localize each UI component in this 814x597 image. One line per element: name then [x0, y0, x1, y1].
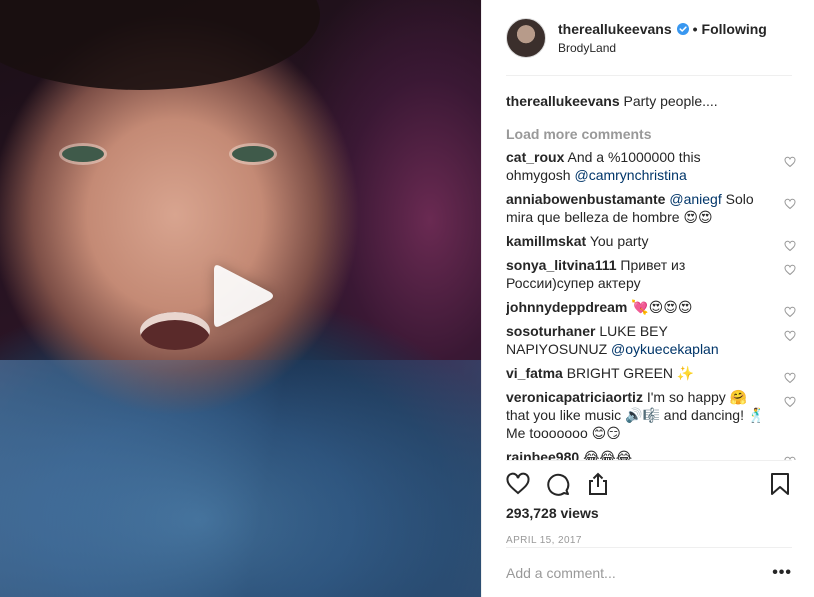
comment-text: 😂😂😂 — [583, 449, 633, 460]
add-comment-input[interactable] — [506, 564, 746, 581]
post-date[interactable]: APRIL 15, 2017 — [506, 535, 792, 546]
video-frame-detail — [0, 0, 320, 90]
comment-username[interactable]: sonya_litvina111 — [506, 257, 617, 273]
play-icon — [214, 265, 273, 327]
comment-item: cat_roux And a %1000000 this ohmygosh @c… — [506, 148, 796, 184]
header-line: thereallukeevans • Following — [558, 21, 767, 37]
comment-mention[interactable]: @aniegf — [669, 191, 721, 207]
comment-item: johnnydeppdream 💘😍😍😍 — [506, 298, 796, 318]
comment-item: sosoturhaner LUKE BEY NAPIYOSUNUZ @oykue… — [506, 322, 796, 358]
comment-username[interactable]: cat_roux — [506, 149, 564, 165]
comment-text: BRIGHT GREEN ✨ — [566, 365, 695, 381]
comment-item: vi_fatma BRIGHT GREEN ✨ — [506, 364, 796, 384]
like-comment-heart-icon[interactable] — [784, 240, 796, 252]
comment-text: 💘😍😍😍 — [631, 299, 693, 315]
comment-username[interactable]: vi_fatma — [506, 365, 563, 381]
more-options-button[interactable]: ••• — [772, 564, 792, 582]
comment-item: anniabowenbustamante @aniegf Solo mira q… — [506, 190, 796, 226]
play-button[interactable] — [212, 262, 274, 330]
like-comment-heart-icon[interactable] — [784, 372, 796, 384]
post-side-panel: thereallukeevans • Following BrodyLand t… — [481, 0, 814, 597]
comment-text: You party — [589, 233, 649, 249]
post-header: thereallukeevans • Following BrodyLand — [506, 0, 792, 76]
header-separator: • — [692, 20, 698, 37]
video-frame-detail — [140, 312, 210, 350]
like-comment-heart-icon[interactable] — [784, 330, 796, 342]
location-link[interactable]: BrodyLand — [558, 41, 767, 55]
avatar[interactable] — [506, 17, 546, 58]
action-icons — [506, 465, 792, 503]
like-comment-heart-icon[interactable] — [784, 306, 796, 318]
view-count[interactable]: 293,728 views — [506, 505, 792, 521]
add-comment-bar: ••• — [506, 547, 792, 597]
comment-username[interactable]: rainbee980 — [506, 449, 579, 460]
bookmark-icon[interactable] — [768, 472, 792, 496]
following-button[interactable]: Following — [702, 21, 767, 37]
caption-username[interactable]: thereallukeevans — [506, 93, 620, 109]
comment-username[interactable]: kamillmskat — [506, 233, 586, 249]
video-frame-detail — [0, 360, 481, 597]
verified-badge-icon — [676, 22, 689, 35]
load-more-comments-button[interactable]: Load more comments — [506, 126, 796, 142]
like-comment-heart-icon[interactable] — [784, 396, 796, 408]
comment-mention[interactable]: @oykuecekaplan — [611, 341, 719, 357]
like-comment-heart-icon[interactable] — [784, 198, 796, 210]
comment-username[interactable]: veronicapatriciaortiz — [506, 389, 643, 405]
comment-mention[interactable]: @camrynchristina — [574, 167, 686, 183]
like-comment-heart-icon[interactable] — [784, 156, 796, 168]
comments-list[interactable]: thereallukeevans Party people.... Load m… — [506, 88, 796, 460]
header-text: thereallukeevans • Following BrodyLand — [558, 21, 767, 55]
instagram-post: thereallukeevans • Following BrodyLand t… — [0, 0, 814, 597]
caption-text: Party people.... — [623, 93, 718, 109]
like-heart-icon[interactable] — [506, 472, 530, 496]
header-username[interactable]: thereallukeevans — [558, 21, 672, 37]
post-caption: thereallukeevans Party people.... — [506, 92, 796, 110]
comment-item: rainbee980 😂😂😂 — [506, 448, 796, 460]
comment-icon[interactable] — [546, 472, 570, 496]
comment-username[interactable]: anniabowenbustamante — [506, 191, 665, 207]
comment-item: kamillmskat You party — [506, 232, 796, 252]
comment-item: veronicapatriciaortiz I'm so happy 🤗 tha… — [506, 388, 796, 442]
video-frame-detail — [232, 146, 274, 162]
comment-username[interactable]: johnnydeppdream — [506, 299, 627, 315]
post-video[interactable] — [0, 0, 481, 597]
like-comment-heart-icon[interactable] — [784, 264, 796, 276]
video-frame-detail — [62, 146, 104, 162]
comment-username[interactable]: sosoturhaner — [506, 323, 595, 339]
share-icon[interactable] — [586, 472, 610, 496]
comment-item: sonya_litvina111 Привет из России)супер … — [506, 256, 796, 292]
